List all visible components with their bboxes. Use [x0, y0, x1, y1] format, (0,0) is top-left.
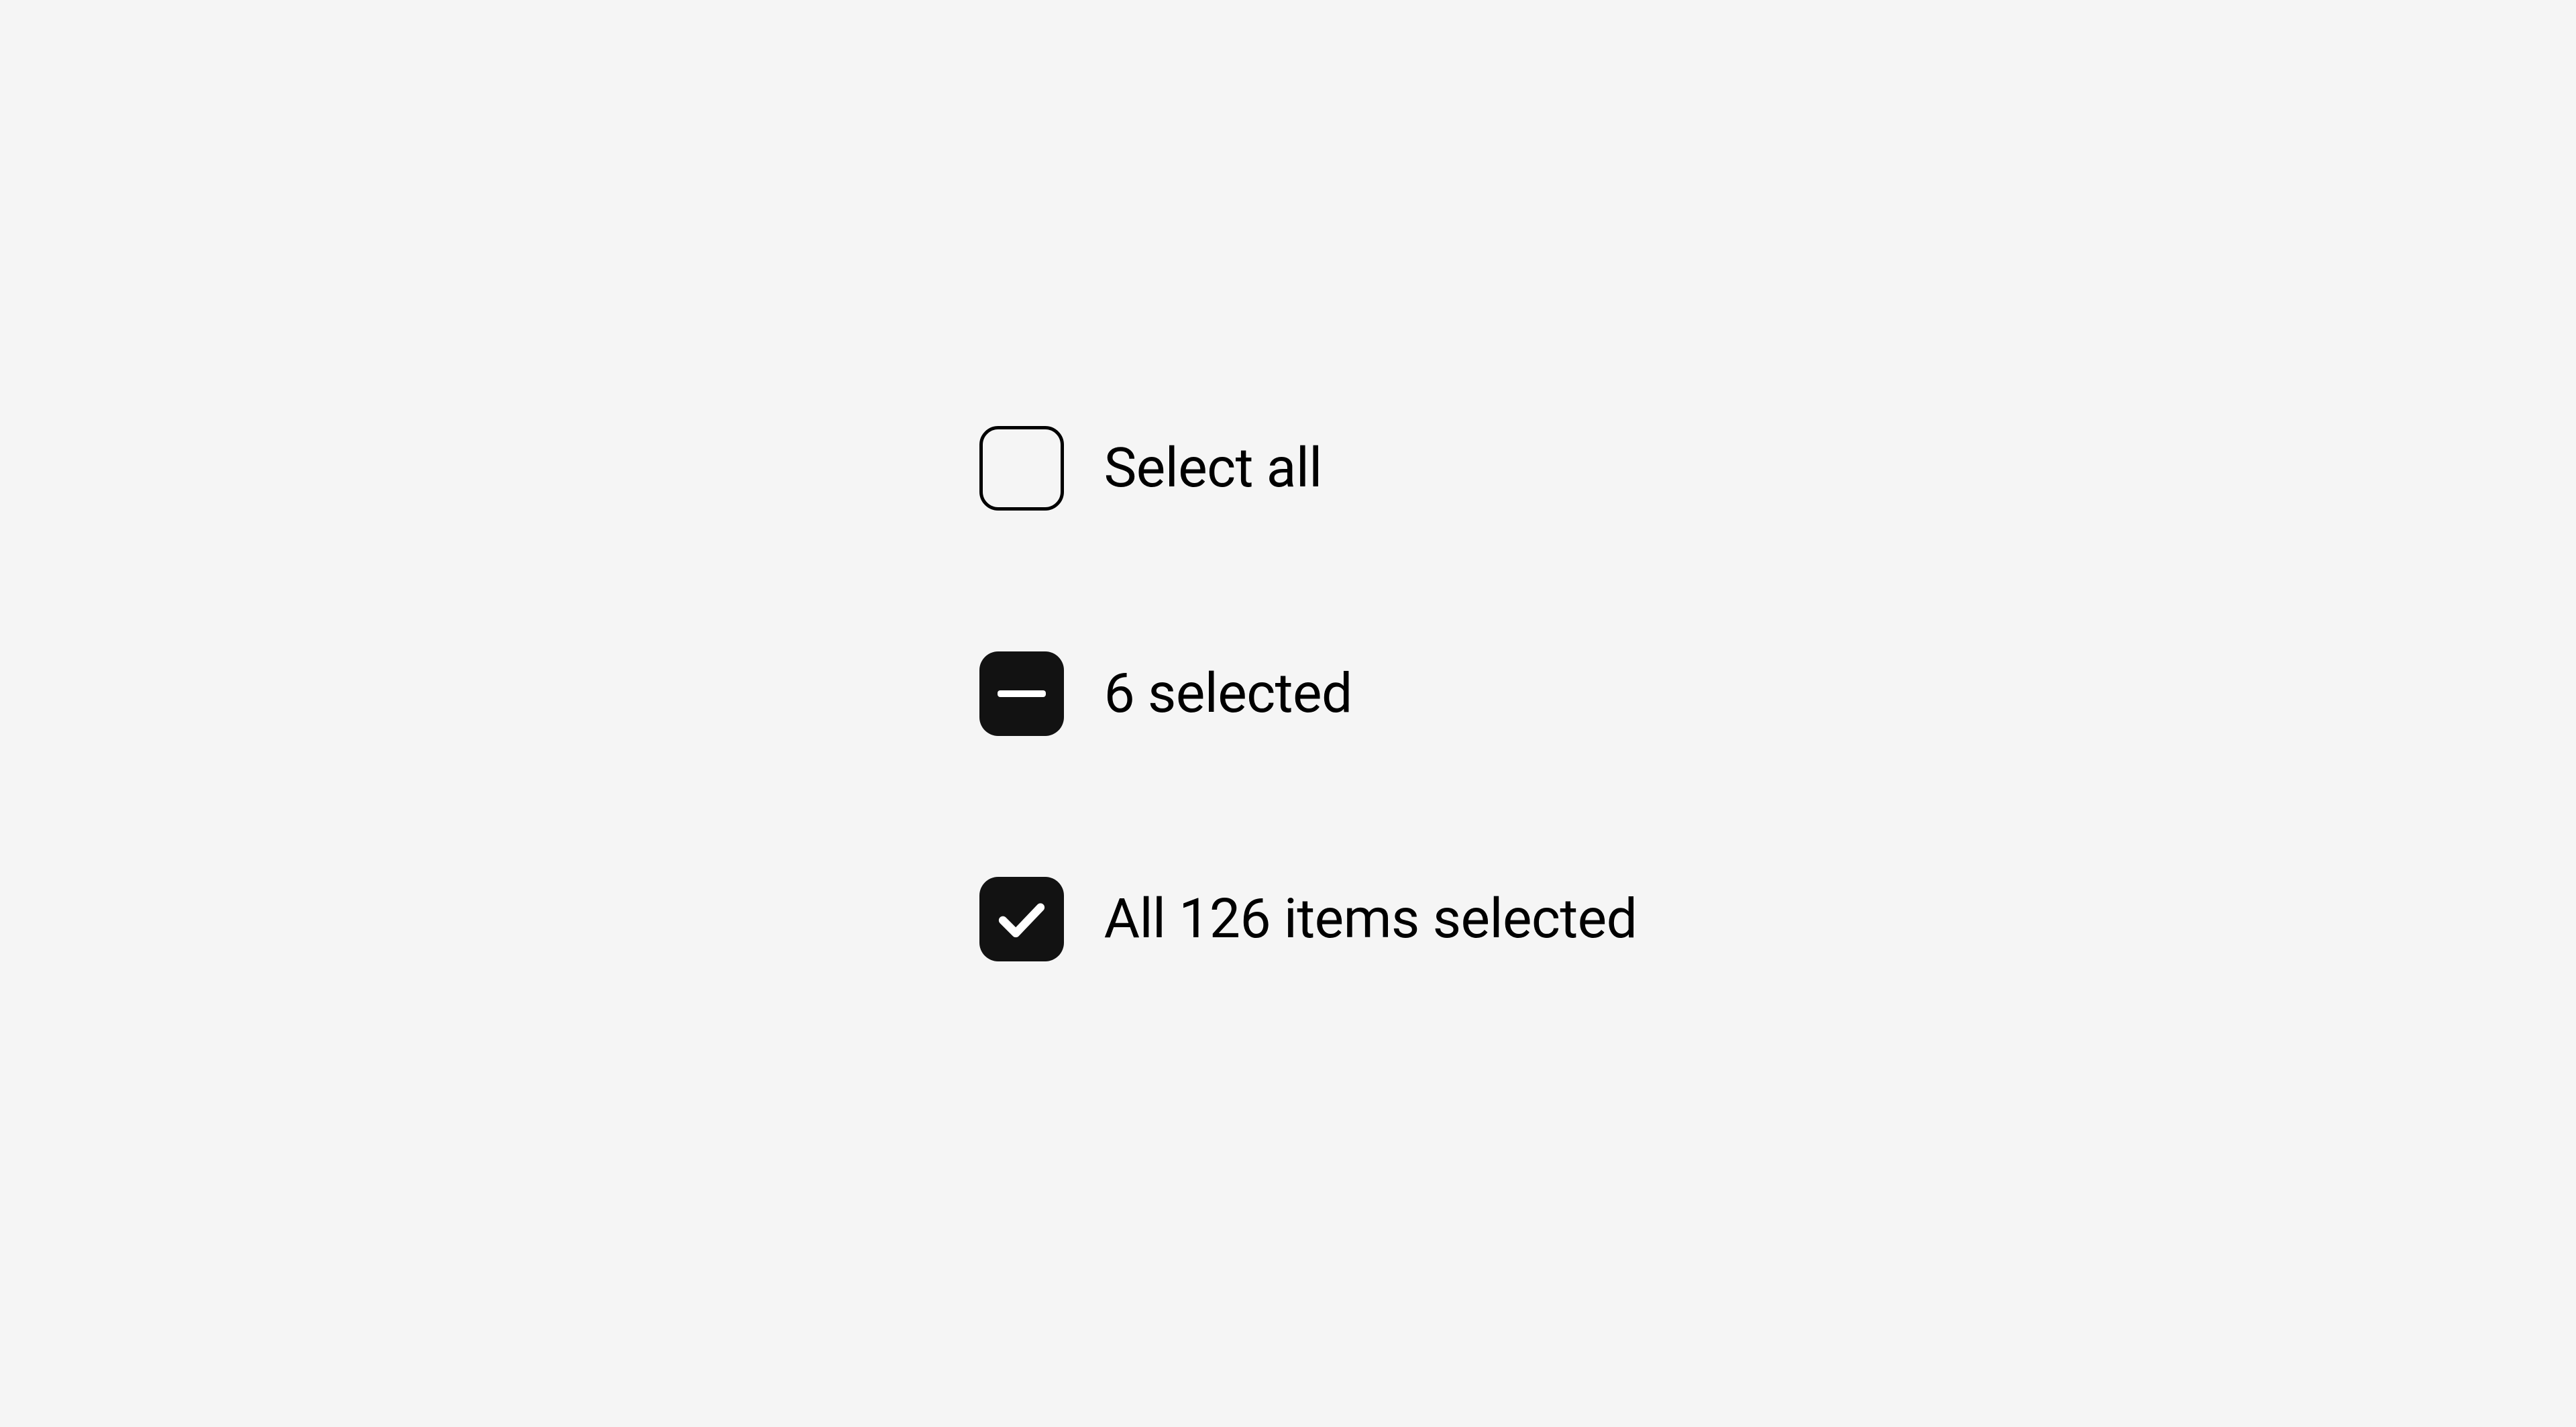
- minus-icon: [998, 690, 1046, 697]
- check-icon: [994, 891, 1050, 947]
- checkbox-row-indeterminate: 6 selected: [979, 651, 1638, 736]
- checkbox-row-unchecked: Select all: [979, 426, 1638, 511]
- checkbox-indeterminate[interactable]: [979, 651, 1064, 736]
- checkbox-states-container: Select all 6 selected All 126 items sele…: [979, 426, 1638, 961]
- checkbox-checked[interactable]: [979, 877, 1064, 961]
- checkbox-label-checked[interactable]: All 126 items selected: [1104, 887, 1638, 951]
- checkbox-label-unchecked[interactable]: Select all: [1104, 436, 1322, 500]
- checkbox-row-checked: All 126 items selected: [979, 877, 1638, 961]
- checkbox-label-indeterminate[interactable]: 6 selected: [1104, 662, 1352, 726]
- checkbox-unchecked[interactable]: [979, 426, 1064, 511]
